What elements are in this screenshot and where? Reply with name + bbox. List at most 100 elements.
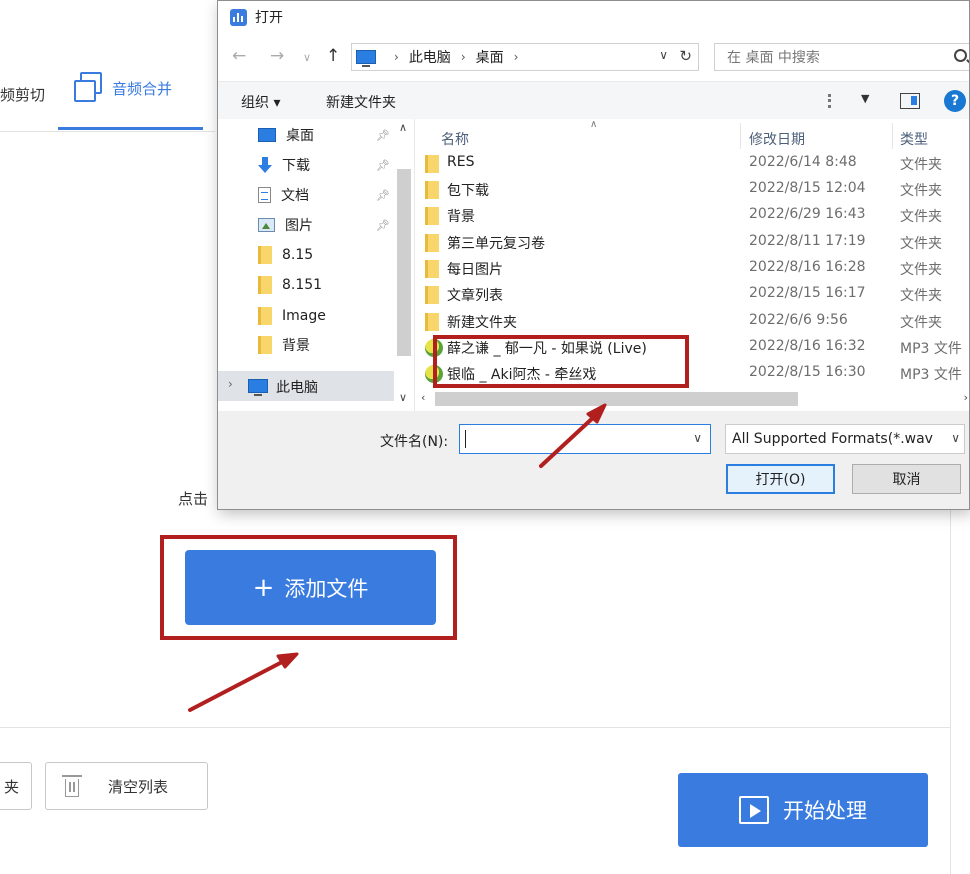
file-row[interactable]: 第三单元复习卷 2022/8/11 17:19 文件夹 xyxy=(415,230,969,256)
document-icon xyxy=(258,187,271,203)
search-input[interactable]: 在 桌面 中搜索 xyxy=(714,43,969,71)
nav-item-folder-image[interactable]: Image xyxy=(258,304,326,328)
breadcrumb-this-pc[interactable]: 此电脑 xyxy=(409,47,451,67)
help-icon[interactable]: ? xyxy=(944,90,966,112)
expand-chevron-icon[interactable]: › xyxy=(228,377,233,391)
scroll-down-icon[interactable]: ∨ xyxy=(399,391,407,404)
address-bar[interactable]: › 此电脑 › 桌面 › ∨ ↻ xyxy=(351,43,699,71)
scrollbar-thumb[interactable] xyxy=(397,169,411,356)
start-processing-label: 开始处理 xyxy=(783,799,867,823)
breadcrumb-separator-icon[interactable]: › xyxy=(514,50,519,64)
column-header-name[interactable]: 名称 xyxy=(441,129,469,149)
up-arrow-icon[interactable]: ↑ xyxy=(326,46,340,66)
file-type-select[interactable]: All Supported Formats(*.wav ∨ xyxy=(725,424,965,454)
pictures-icon xyxy=(258,218,275,232)
view-options-icon[interactable] xyxy=(828,94,848,108)
file-type-dropdown-chevron-icon[interactable]: ∨ xyxy=(951,431,960,445)
dialog-navigation-bar: ← → ∨ ↑ › 此电脑 › 桌面 › ∨ ↻ 在 桌面 中搜索 xyxy=(218,33,969,81)
text-caret xyxy=(465,430,466,448)
folder-icon xyxy=(425,286,439,304)
nav-item-label: 8.15 xyxy=(282,247,314,263)
folder-icon xyxy=(425,260,439,278)
column-header-modified[interactable]: 修改日期 xyxy=(749,129,805,149)
address-dropdown-chevron-icon[interactable]: ∨ xyxy=(659,48,668,62)
add-folder-label: 夹 xyxy=(3,777,19,796)
refresh-icon[interactable]: ↻ xyxy=(679,47,692,65)
nav-item-label: 此电脑 xyxy=(276,380,318,396)
tab-audio-merge[interactable]: 音频合并 xyxy=(72,72,172,104)
audio-merge-app: 频剪切 音频合并 点击 + 添加文件 夹 清空列表 开始处理 打开 ← → ∨ … xyxy=(0,0,970,874)
search-placeholder: 在 桌面 中搜索 xyxy=(727,50,820,66)
nav-item-label: 背景 xyxy=(282,338,310,354)
view-dropdown-chevron-icon[interactable]: ▼ xyxy=(861,92,869,105)
tab-audio-merge-label: 音频合并 xyxy=(112,79,173,98)
back-arrow-icon[interactable]: ← xyxy=(232,46,246,66)
file-row[interactable]: 新建文件夹 2022/6/6 9:56 文件夹 xyxy=(415,309,969,335)
file-modified: 2022/8/15 16:17 xyxy=(749,285,866,301)
app-logo-icon xyxy=(230,8,247,26)
start-processing-button[interactable]: 开始处理 xyxy=(678,773,928,847)
forward-arrow-icon[interactable]: → xyxy=(270,46,284,66)
filename-label: 文件名(N): xyxy=(380,434,449,450)
highlight-box-add-file xyxy=(160,535,457,640)
file-type: MP3 文件 xyxy=(900,341,962,357)
nav-item-label: 桌面 xyxy=(286,128,314,144)
file-modified: 2022/6/29 16:43 xyxy=(749,206,866,222)
new-folder-button[interactable]: 新建文件夹 xyxy=(326,92,396,112)
file-name: 每日图片 xyxy=(447,262,503,278)
filename-dropdown-chevron-icon[interactable]: ∨ xyxy=(693,431,702,445)
nav-item-pictures[interactable]: 图片 xyxy=(258,213,313,237)
file-row[interactable]: RES 2022/6/14 8:48 文件夹 xyxy=(415,151,969,177)
organize-menu[interactable]: 组织 ▾ xyxy=(241,92,280,112)
nav-item-this-pc[interactable]: › 此电脑 xyxy=(218,371,394,401)
merge-icon xyxy=(72,72,104,104)
scroll-right-icon[interactable]: › xyxy=(964,391,968,404)
file-name: 第三单元复习卷 xyxy=(447,236,545,252)
nav-item-folder-8-15[interactable]: 8.15 xyxy=(258,243,313,267)
file-row[interactable]: 背景 2022/6/29 16:43 文件夹 xyxy=(415,203,969,229)
file-row[interactable]: 包下载 2022/8/15 12:04 文件夹 xyxy=(415,177,969,203)
folder-icon xyxy=(425,313,439,331)
nav-item-documents[interactable]: 文档 xyxy=(258,183,309,207)
navigation-scrollbar[interactable]: ∧ ∨ xyxy=(394,119,414,411)
file-type: 文件夹 xyxy=(900,262,942,278)
file-modified: 2022/8/11 17:19 xyxy=(749,233,866,249)
preview-pane-icon[interactable] xyxy=(900,93,920,109)
pin-icon: 📌︎ xyxy=(376,219,390,232)
dialog-title-bar: 打开 xyxy=(218,1,969,33)
clear-list-button[interactable]: 清空列表 xyxy=(45,762,208,810)
active-tab-indicator xyxy=(58,127,203,130)
breadcrumb-separator-icon[interactable]: › xyxy=(461,50,466,64)
nav-item-label: Image xyxy=(282,308,326,324)
file-name: 包下载 xyxy=(447,183,489,199)
this-pc-icon xyxy=(248,379,268,396)
nav-item-folder-8-151[interactable]: 8.151 xyxy=(258,273,322,297)
folder-icon xyxy=(258,246,272,264)
nav-item-downloads[interactable]: 下载 xyxy=(258,153,310,177)
scroll-up-icon[interactable]: ∧ xyxy=(399,121,407,134)
breadcrumb-separator-icon[interactable]: › xyxy=(394,50,399,64)
column-separator[interactable] xyxy=(892,123,893,149)
column-separator[interactable] xyxy=(740,123,741,149)
scrollbar-thumb[interactable] xyxy=(435,392,798,406)
file-row[interactable]: 每日图片 2022/8/16 16:28 文件夹 xyxy=(415,256,969,282)
folder-icon xyxy=(258,307,272,325)
file-type: 文件夹 xyxy=(900,236,942,252)
file-name: 文章列表 xyxy=(447,288,503,304)
tab-audio-cut[interactable]: 频剪切 xyxy=(0,84,45,105)
filename-input[interactable]: ∨ xyxy=(459,424,711,454)
cancel-button[interactable]: 取消 xyxy=(852,464,961,494)
open-button[interactable]: 打开(O) xyxy=(726,464,835,494)
file-row[interactable]: 文章列表 2022/8/15 16:17 文件夹 xyxy=(415,282,969,308)
add-folder-button[interactable]: 夹 xyxy=(0,762,32,810)
column-header-type[interactable]: 类型 xyxy=(900,129,928,149)
nav-item-folder-background[interactable]: 背景 xyxy=(258,333,310,357)
scroll-left-icon[interactable]: ‹ xyxy=(421,391,425,404)
recent-locations-chevron-icon[interactable]: ∨ xyxy=(303,51,311,64)
horizontal-scrollbar[interactable]: ‹ › xyxy=(415,389,969,409)
nav-item-desktop[interactable]: 桌面 xyxy=(258,123,314,147)
folder-icon xyxy=(425,207,439,225)
nav-item-label: 下载 xyxy=(282,158,310,174)
breadcrumb-desktop[interactable]: 桌面 xyxy=(476,47,504,67)
dialog-title: 打开 xyxy=(255,10,283,26)
